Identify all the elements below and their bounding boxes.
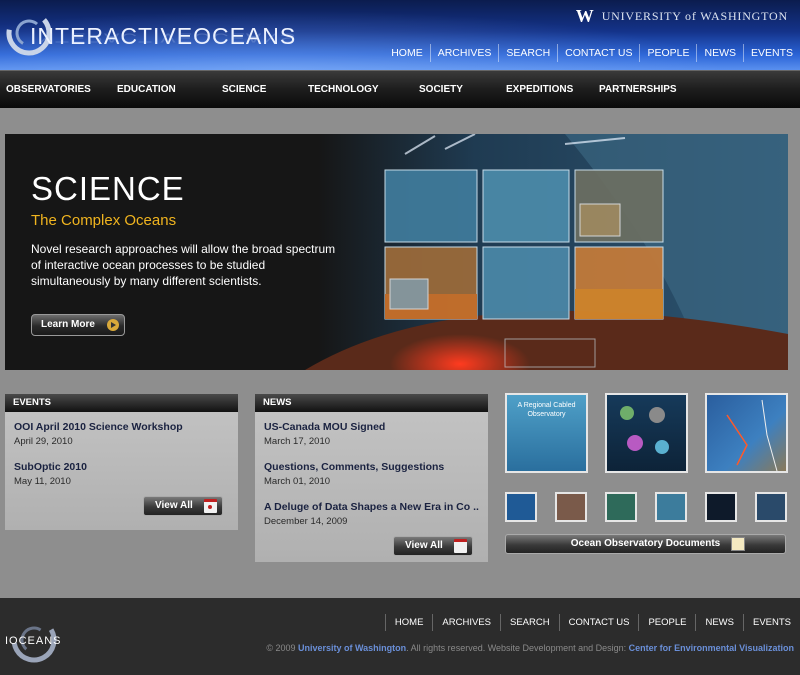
footer-copyright: © 2009 University of Washington. All rig… [266,643,794,653]
news-date: March 01, 2010 [264,476,331,487]
learn-more-label: Learn More [41,319,95,330]
topnav-home[interactable]: HOME [384,44,430,62]
events-heading: EVENTS [5,394,238,412]
hero-banner: SCIENCE The Complex Oceans Novel researc… [5,134,788,370]
event-title[interactable]: OOI April 2010 Science Workshop [14,421,229,433]
mainnav-expeditions[interactable]: EXPEDITIONS [506,71,573,109]
topnav-events[interactable]: EVENTS [742,44,800,62]
copyright-prefix: © 2009 [266,643,298,653]
footnav-people[interactable]: PEOPLE [638,614,695,631]
document-thumbnail-small-6[interactable] [755,492,787,522]
document-thumbnail-small-2[interactable] [555,492,587,522]
view-all-label: View All [155,500,193,511]
mainnav-science[interactable]: SCIENCE [222,71,266,109]
play-arrow-icon [107,319,119,331]
events-view-all-button[interactable]: View All [143,496,223,516]
mainnav-observatories[interactable]: OBSERVATORIES [6,71,91,109]
sensor-diagram-image [620,406,669,454]
mainnav-education[interactable]: EDUCATION [117,71,176,109]
site-title-reflection: INTERACTIVEOCEANS [30,30,297,45]
news-date: December 14, 2009 [264,516,348,527]
events-panel: EVENTS OOI April 2010 Science Workshop A… [5,394,238,530]
learn-more-button[interactable]: Learn More [31,314,125,336]
copyright-middle: . All rights reserved. Website Developme… [406,643,629,653]
document-thumbnail-map[interactable] [705,393,788,473]
footnav-contact-us[interactable]: CONTACT US [558,614,639,631]
event-date: May 11, 2010 [14,476,71,487]
topnav-news[interactable]: NEWS [696,44,743,62]
event-item[interactable]: OOI April 2010 Science Workshop April 29… [14,421,229,447]
site-header: INTERACTIVEOCEANS INTERACTIVEOCEANS W UN… [0,0,800,70]
mainnav-society[interactable]: SOCIETY [419,71,463,109]
event-item[interactable]: SubOptic 2010 May 11, 2010 [14,461,229,487]
document-thumbnail-small-3[interactable] [605,492,637,522]
event-title[interactable]: SubOptic 2010 [14,461,229,473]
documents-button-label: Ocean Observatory Documents [570,538,721,549]
uw-w-logo[interactable]: W [576,6,594,27]
footer-logo-text[interactable]: IOCEANS [5,635,62,647]
main-nav: OBSERVATORIES EDUCATION SCIENCE TECHNOLO… [0,70,800,108]
observatory-map-image [726,399,778,471]
mainnav-partnerships[interactable]: PARTNERSHIPS [599,71,677,109]
topnav-search[interactable]: SEARCH [498,44,557,62]
document-thumbnail-small-5[interactable] [705,492,737,522]
site-footer: IOCEANS HOME ARCHIVES SEARCH CONTACT US … [0,598,800,675]
footnav-archives[interactable]: ARCHIVES [432,614,500,631]
news-title[interactable]: Questions, Comments, Suggestions [264,461,479,473]
document-thumbnail-cabled-observatory[interactable]: A Regional Cabled Observatory [505,393,588,473]
newspaper-icon [454,539,467,553]
footnav-search[interactable]: SEARCH [499,614,559,631]
news-title[interactable]: A Deluge of Data Shapes a New Era in Co … [264,501,479,513]
news-item[interactable]: US-Canada MOU Signed March 17, 2010 [264,421,479,447]
news-heading: NEWS [255,394,488,412]
view-all-label: View All [405,540,443,551]
footnav-home[interactable]: HOME [384,614,433,631]
uw-link[interactable]: University of Washington [298,643,406,653]
news-panel: NEWS US-Canada MOU Signed March 17, 2010… [255,394,488,562]
news-item[interactable]: Questions, Comments, Suggestions March 0… [264,461,479,487]
hero-title: SCIENCE [31,170,185,207]
topnav-people[interactable]: PEOPLE [639,44,696,62]
footnav-news[interactable]: NEWS [695,614,743,631]
news-view-all-button[interactable]: View All [393,536,473,556]
news-date: March 17, 2010 [264,436,331,447]
hero-subtitle: The Complex Oceans [31,212,177,229]
document-thumbnail-sensors[interactable] [605,393,688,473]
cev-link[interactable]: Center for Environmental Visualization [629,643,794,653]
footnav-events[interactable]: EVENTS [742,614,800,631]
news-title[interactable]: US-Canada MOU Signed [264,421,479,433]
document-thumbnail-small-1[interactable] [505,492,537,522]
pencil-document-icon [731,537,745,551]
uw-label[interactable]: UNIVERSITY of WASHINGTON [602,9,788,24]
news-item[interactable]: A Deluge of Data Shapes a New Era in Co … [264,501,479,527]
thumbnail-caption: A Regional Cabled Observatory [517,402,576,418]
top-nav: HOME ARCHIVES SEARCH CONTACT US PEOPLE N… [384,44,800,62]
document-thumbnail-small-4[interactable] [655,492,687,522]
topnav-archives[interactable]: ARCHIVES [429,44,499,62]
ocean-observatory-documents-button[interactable]: Ocean Observatory Documents [505,534,786,554]
mainnav-technology[interactable]: TECHNOLOGY [308,71,379,109]
topnav-contact-us[interactable]: CONTACT US [557,44,639,62]
uw-branding[interactable]: W UNIVERSITY of WASHINGTON [576,6,788,27]
footer-nav: HOME ARCHIVES SEARCH CONTACT US PEOPLE N… [384,614,800,631]
event-date: April 29, 2010 [14,436,73,447]
calendar-icon [204,499,217,513]
hero-description: Novel research approaches will allow the… [31,242,336,288]
